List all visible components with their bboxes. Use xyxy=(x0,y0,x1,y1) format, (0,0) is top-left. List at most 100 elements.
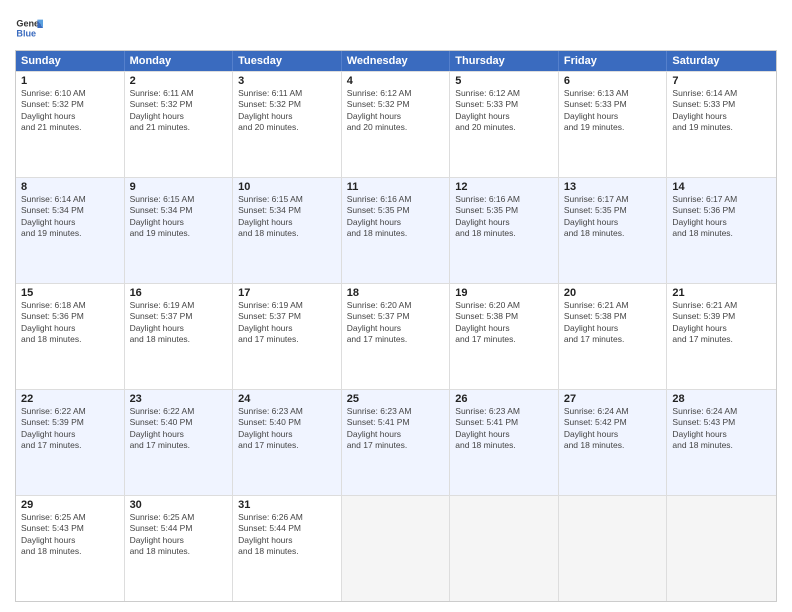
empty-cell xyxy=(450,496,559,601)
day-info: Sunrise: 6:14 AMSunset: 5:33 PMDaylight … xyxy=(672,88,771,134)
day-info: Sunrise: 6:25 AMSunset: 5:44 PMDaylight … xyxy=(130,512,228,558)
day-info: Sunrise: 6:23 AMSunset: 5:41 PMDaylight … xyxy=(455,406,553,452)
header-day-monday: Monday xyxy=(125,51,234,71)
day-number: 1 xyxy=(21,75,119,87)
header-day-sunday: Sunday xyxy=(16,51,125,71)
day-cell-4: 4Sunrise: 6:12 AMSunset: 5:32 PMDaylight… xyxy=(342,72,451,177)
day-cell-3: 3Sunrise: 6:11 AMSunset: 5:32 PMDaylight… xyxy=(233,72,342,177)
day-cell-28: 28Sunrise: 6:24 AMSunset: 5:43 PMDayligh… xyxy=(667,390,776,495)
day-info: Sunrise: 6:12 AMSunset: 5:33 PMDaylight … xyxy=(455,88,553,134)
day-info: Sunrise: 6:15 AMSunset: 5:34 PMDaylight … xyxy=(238,194,336,240)
day-info: Sunrise: 6:19 AMSunset: 5:37 PMDaylight … xyxy=(238,300,336,346)
day-number: 20 xyxy=(564,287,662,299)
day-info: Sunrise: 6:16 AMSunset: 5:35 PMDaylight … xyxy=(347,194,445,240)
day-info: Sunrise: 6:11 AMSunset: 5:32 PMDaylight … xyxy=(238,88,336,134)
logo-icon: General Blue xyxy=(15,14,43,42)
day-info: Sunrise: 6:21 AMSunset: 5:39 PMDaylight … xyxy=(672,300,771,346)
day-number: 4 xyxy=(347,75,445,87)
day-cell-17: 17Sunrise: 6:19 AMSunset: 5:37 PMDayligh… xyxy=(233,284,342,389)
calendar-week-5: 29Sunrise: 6:25 AMSunset: 5:43 PMDayligh… xyxy=(16,495,776,601)
day-number: 13 xyxy=(564,181,662,193)
day-number: 14 xyxy=(672,181,771,193)
day-number: 23 xyxy=(130,393,228,405)
day-cell-13: 13Sunrise: 6:17 AMSunset: 5:35 PMDayligh… xyxy=(559,178,668,283)
day-info: Sunrise: 6:18 AMSunset: 5:36 PMDaylight … xyxy=(21,300,119,346)
day-number: 31 xyxy=(238,499,336,511)
day-cell-8: 8Sunrise: 6:14 AMSunset: 5:34 PMDaylight… xyxy=(16,178,125,283)
day-info: Sunrise: 6:23 AMSunset: 5:41 PMDaylight … xyxy=(347,406,445,452)
day-number: 8 xyxy=(21,181,119,193)
day-number: 28 xyxy=(672,393,771,405)
day-number: 12 xyxy=(455,181,553,193)
day-cell-14: 14Sunrise: 6:17 AMSunset: 5:36 PMDayligh… xyxy=(667,178,776,283)
day-number: 11 xyxy=(347,181,445,193)
day-cell-31: 31Sunrise: 6:26 AMSunset: 5:44 PMDayligh… xyxy=(233,496,342,601)
day-number: 7 xyxy=(672,75,771,87)
day-cell-11: 11Sunrise: 6:16 AMSunset: 5:35 PMDayligh… xyxy=(342,178,451,283)
day-cell-20: 20Sunrise: 6:21 AMSunset: 5:38 PMDayligh… xyxy=(559,284,668,389)
day-number: 16 xyxy=(130,287,228,299)
day-info: Sunrise: 6:14 AMSunset: 5:34 PMDaylight … xyxy=(21,194,119,240)
calendar: SundayMondayTuesdayWednesdayThursdayFrid… xyxy=(15,50,777,602)
day-info: Sunrise: 6:11 AMSunset: 5:32 PMDaylight … xyxy=(130,88,228,134)
day-info: Sunrise: 6:24 AMSunset: 5:42 PMDaylight … xyxy=(564,406,662,452)
day-info: Sunrise: 6:22 AMSunset: 5:40 PMDaylight … xyxy=(130,406,228,452)
calendar-week-2: 8Sunrise: 6:14 AMSunset: 5:34 PMDaylight… xyxy=(16,177,776,283)
day-number: 21 xyxy=(672,287,771,299)
day-info: Sunrise: 6:21 AMSunset: 5:38 PMDaylight … xyxy=(564,300,662,346)
header-day-thursday: Thursday xyxy=(450,51,559,71)
day-number: 5 xyxy=(455,75,553,87)
day-info: Sunrise: 6:10 AMSunset: 5:32 PMDaylight … xyxy=(21,88,119,134)
page: General Blue SundayMondayTuesdayWednesda… xyxy=(0,0,792,612)
day-cell-29: 29Sunrise: 6:25 AMSunset: 5:43 PMDayligh… xyxy=(16,496,125,601)
day-number: 25 xyxy=(347,393,445,405)
day-cell-9: 9Sunrise: 6:15 AMSunset: 5:34 PMDaylight… xyxy=(125,178,234,283)
day-number: 27 xyxy=(564,393,662,405)
day-cell-16: 16Sunrise: 6:19 AMSunset: 5:37 PMDayligh… xyxy=(125,284,234,389)
empty-cell xyxy=(667,496,776,601)
day-number: 29 xyxy=(21,499,119,511)
day-cell-23: 23Sunrise: 6:22 AMSunset: 5:40 PMDayligh… xyxy=(125,390,234,495)
day-number: 6 xyxy=(564,75,662,87)
calendar-week-4: 22Sunrise: 6:22 AMSunset: 5:39 PMDayligh… xyxy=(16,389,776,495)
svg-text:Blue: Blue xyxy=(16,28,36,38)
day-info: Sunrise: 6:13 AMSunset: 5:33 PMDaylight … xyxy=(564,88,662,134)
day-cell-27: 27Sunrise: 6:24 AMSunset: 5:42 PMDayligh… xyxy=(559,390,668,495)
day-info: Sunrise: 6:17 AMSunset: 5:36 PMDaylight … xyxy=(672,194,771,240)
day-number: 2 xyxy=(130,75,228,87)
day-number: 26 xyxy=(455,393,553,405)
day-cell-22: 22Sunrise: 6:22 AMSunset: 5:39 PMDayligh… xyxy=(16,390,125,495)
day-info: Sunrise: 6:25 AMSunset: 5:43 PMDaylight … xyxy=(21,512,119,558)
day-cell-15: 15Sunrise: 6:18 AMSunset: 5:36 PMDayligh… xyxy=(16,284,125,389)
day-cell-7: 7Sunrise: 6:14 AMSunset: 5:33 PMDaylight… xyxy=(667,72,776,177)
empty-cell xyxy=(559,496,668,601)
day-info: Sunrise: 6:15 AMSunset: 5:34 PMDaylight … xyxy=(130,194,228,240)
day-cell-24: 24Sunrise: 6:23 AMSunset: 5:40 PMDayligh… xyxy=(233,390,342,495)
day-info: Sunrise: 6:17 AMSunset: 5:35 PMDaylight … xyxy=(564,194,662,240)
day-cell-19: 19Sunrise: 6:20 AMSunset: 5:38 PMDayligh… xyxy=(450,284,559,389)
header-day-tuesday: Tuesday xyxy=(233,51,342,71)
day-number: 15 xyxy=(21,287,119,299)
day-info: Sunrise: 6:26 AMSunset: 5:44 PMDaylight … xyxy=(238,512,336,558)
day-cell-21: 21Sunrise: 6:21 AMSunset: 5:39 PMDayligh… xyxy=(667,284,776,389)
empty-cell xyxy=(342,496,451,601)
day-info: Sunrise: 6:20 AMSunset: 5:37 PMDaylight … xyxy=(347,300,445,346)
day-info: Sunrise: 6:22 AMSunset: 5:39 PMDaylight … xyxy=(21,406,119,452)
day-number: 19 xyxy=(455,287,553,299)
calendar-week-3: 15Sunrise: 6:18 AMSunset: 5:36 PMDayligh… xyxy=(16,283,776,389)
day-info: Sunrise: 6:20 AMSunset: 5:38 PMDaylight … xyxy=(455,300,553,346)
day-cell-2: 2Sunrise: 6:11 AMSunset: 5:32 PMDaylight… xyxy=(125,72,234,177)
day-cell-1: 1Sunrise: 6:10 AMSunset: 5:32 PMDaylight… xyxy=(16,72,125,177)
day-cell-18: 18Sunrise: 6:20 AMSunset: 5:37 PMDayligh… xyxy=(342,284,451,389)
day-cell-25: 25Sunrise: 6:23 AMSunset: 5:41 PMDayligh… xyxy=(342,390,451,495)
day-info: Sunrise: 6:12 AMSunset: 5:32 PMDaylight … xyxy=(347,88,445,134)
day-number: 17 xyxy=(238,287,336,299)
calendar-body: 1Sunrise: 6:10 AMSunset: 5:32 PMDaylight… xyxy=(16,71,776,601)
day-number: 18 xyxy=(347,287,445,299)
header-day-saturday: Saturday xyxy=(667,51,776,71)
day-cell-5: 5Sunrise: 6:12 AMSunset: 5:33 PMDaylight… xyxy=(450,72,559,177)
logo: General Blue xyxy=(15,14,47,42)
day-number: 30 xyxy=(130,499,228,511)
day-number: 10 xyxy=(238,181,336,193)
day-info: Sunrise: 6:24 AMSunset: 5:43 PMDaylight … xyxy=(672,406,771,452)
